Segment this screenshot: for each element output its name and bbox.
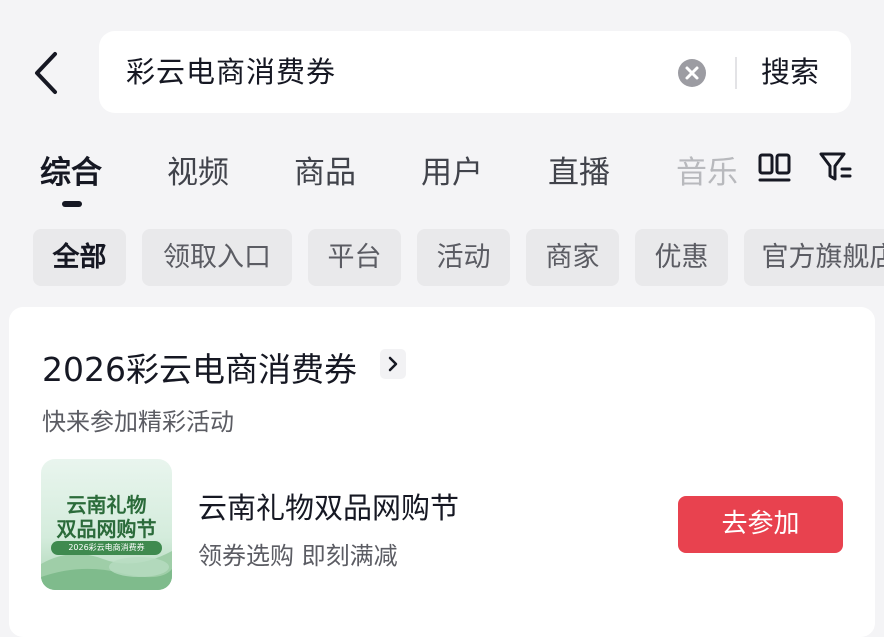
search-divider bbox=[735, 57, 737, 89]
back-arrow-icon bbox=[35, 52, 57, 94]
activity-description: 领券选购 即刻满减 bbox=[198, 542, 398, 570]
search-input[interactable]: 彩云电商消费券 bbox=[126, 31, 336, 113]
tab-products[interactable]: 商品 bbox=[294, 147, 356, 192]
activity-card: 2026彩云电商消费券 快来参加精彩活动 云南礼物 双品网购节 2026彩云电商… bbox=[9, 307, 875, 637]
tab-live[interactable]: 直播 bbox=[548, 147, 610, 192]
chip-platform[interactable]: 平台 bbox=[308, 229, 401, 286]
chip-all[interactable]: 全部 bbox=[33, 229, 126, 286]
dual-column-icon[interactable] bbox=[757, 149, 793, 185]
back-button[interactable] bbox=[30, 50, 64, 96]
activity-thumbnail[interactable]: 云南礼物 双品网购节 2026彩云电商消费券 bbox=[41, 459, 172, 590]
thumbnail-ribbon: 2026彩云电商消费券 bbox=[51, 541, 162, 555]
tab-active-indicator bbox=[62, 201, 82, 207]
chip-activity[interactable]: 活动 bbox=[417, 229, 510, 286]
card-subtitle: 快来参加精彩活动 bbox=[42, 408, 234, 436]
tab-comprehensive[interactable]: 综合 bbox=[40, 147, 102, 192]
tab-users[interactable]: 用户 bbox=[421, 147, 483, 192]
chip-merchant[interactable]: 商家 bbox=[526, 229, 619, 286]
clear-icon bbox=[678, 59, 706, 87]
search-button[interactable]: 搜索 bbox=[761, 31, 819, 113]
join-button[interactable]: 去参加 bbox=[678, 496, 843, 553]
card-title[interactable]: 2026彩云电商消费券 bbox=[42, 343, 357, 391]
chevron-right-icon bbox=[388, 356, 398, 372]
chip-discount[interactable]: 优惠 bbox=[635, 229, 728, 286]
tab-music[interactable]: 音乐 bbox=[676, 147, 738, 192]
clear-search-button[interactable] bbox=[677, 58, 707, 88]
thumbnail-heading-2: 双品网购节 bbox=[56, 517, 157, 541]
activity-title[interactable]: 云南礼物双品网购节 bbox=[198, 485, 459, 527]
chip-flagship-store[interactable]: 官方旗舰店 bbox=[744, 229, 884, 286]
top-bar: 彩云电商消费券 搜索 bbox=[0, 0, 884, 130]
filter-chips: 全部 领取入口 平台 活动 商家 优惠 官方旗舰店 bbox=[0, 229, 884, 287]
search-box[interactable]: 彩云电商消费券 搜索 bbox=[99, 31, 851, 113]
filter-icon[interactable] bbox=[818, 149, 854, 185]
chip-entrance[interactable]: 领取入口 bbox=[142, 229, 292, 286]
result-tabs: 综合 视频 商品 用户 直播 音乐 bbox=[0, 135, 884, 215]
tab-videos[interactable]: 视频 bbox=[167, 147, 229, 192]
title-arrow-button[interactable] bbox=[380, 349, 406, 379]
